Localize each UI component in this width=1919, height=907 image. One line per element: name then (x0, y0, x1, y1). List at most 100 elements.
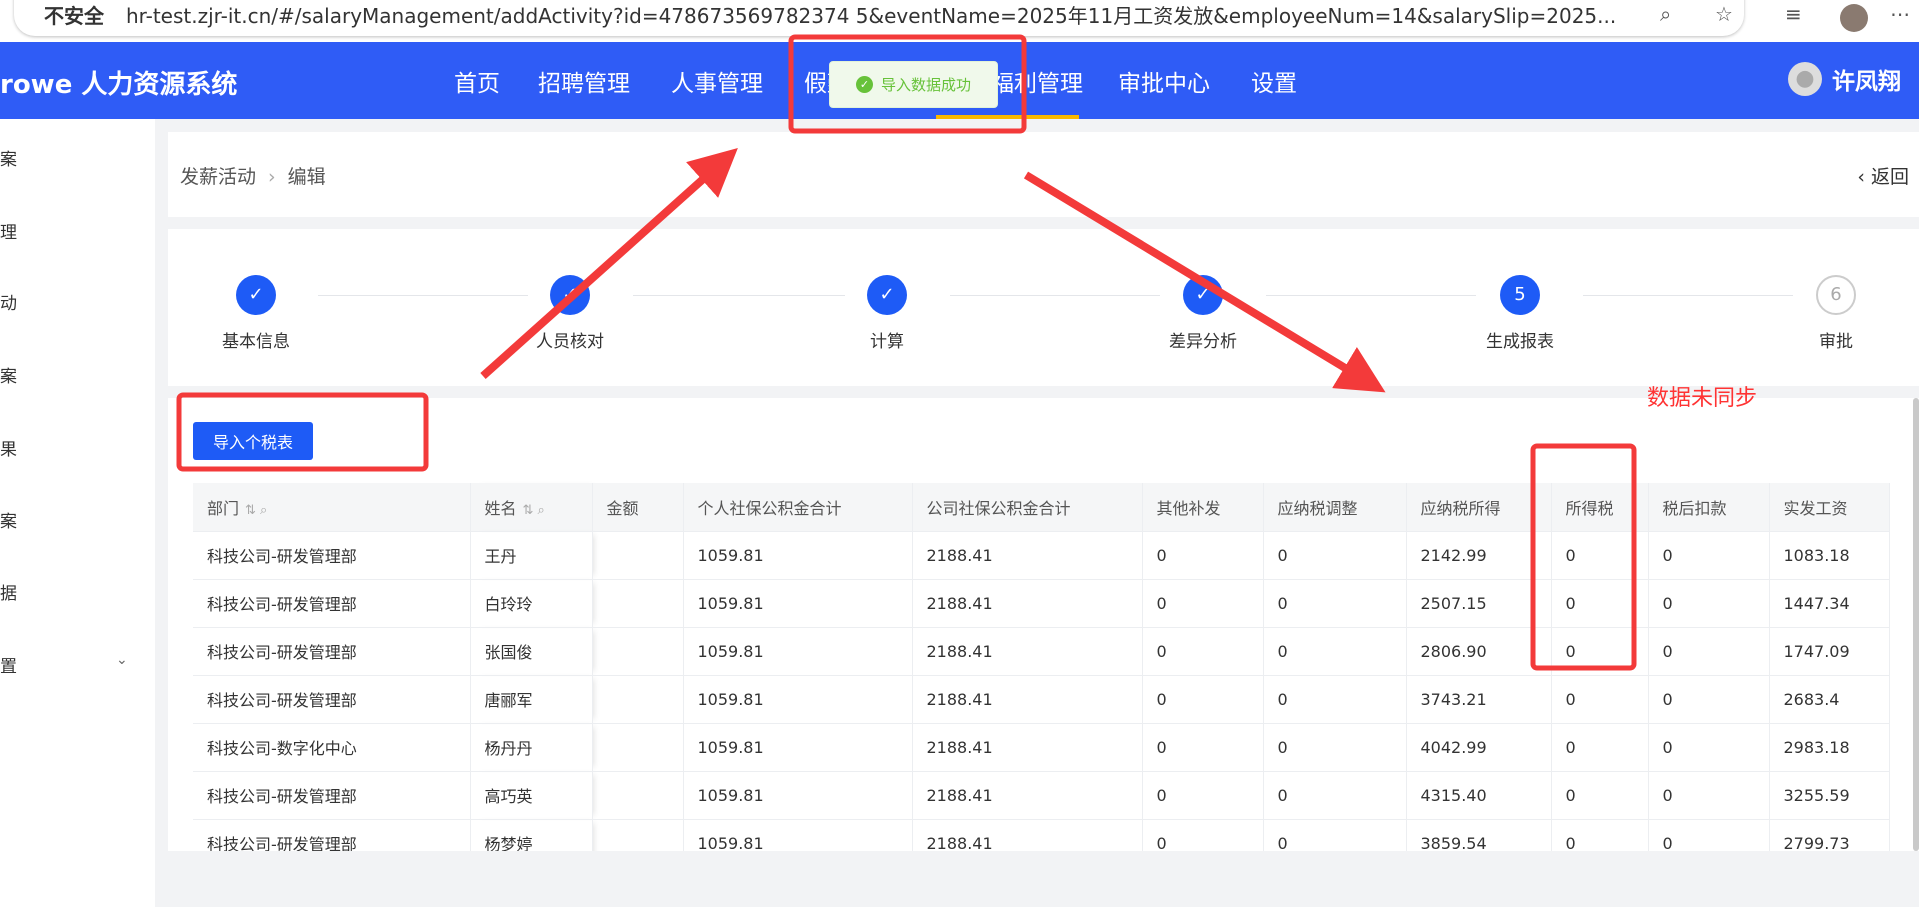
table-cell: 0 (1551, 770, 1649, 819)
table-cell: 科技公司-数字化中心 (193, 722, 471, 771)
check-circle-icon: ✓ (855, 76, 873, 93)
table-cell: 0 (1263, 722, 1407, 771)
column-header[interactable]: 部门 ⇅ ⌕ (193, 483, 471, 531)
nav-settings[interactable]: 设置 (1251, 64, 1297, 98)
chevron-right-icon: › (268, 166, 276, 188)
table-cell: 0 (1263, 770, 1407, 819)
table-cell: 0 (1648, 626, 1770, 675)
table-cell: 0 (1648, 770, 1770, 819)
table-row: 科技公司-研发管理部 杨梦婷 1059.81 2188.41 0 0 3859.54 0 0 27… (193, 818, 1890, 851)
step-3[interactable]: ✓ 计算 (827, 275, 947, 352)
search-icon[interactable]: ⌕ (1660, 2, 1671, 26)
step-label: 生成报表 (1486, 332, 1554, 352)
step-4[interactable]: ✓ 差异分析 (1143, 275, 1263, 352)
scrollbar[interactable] (1913, 398, 1919, 851)
browser-bar: 不安全 hr-test.zjr-it.cn/#/salaryManagement/… (0, 0, 1919, 42)
active-nav-indicator (936, 115, 1079, 119)
table-cell: 0 (1142, 674, 1264, 723)
sidebar-item[interactable]: 案 (0, 362, 17, 387)
table-cell: 0 (1142, 530, 1264, 579)
header-label: 其他补发 (1156, 498, 1221, 518)
table-cell: 2188.41 (912, 530, 1143, 579)
table-cell: 2806.90 (1406, 626, 1552, 675)
table-cell: 0 (1551, 626, 1649, 675)
chevron-down-icon[interactable]: ⌄ (116, 652, 128, 668)
table-cell: 0 (1263, 818, 1407, 851)
table-cell: 2799.73 (1769, 818, 1890, 851)
nav-hr[interactable]: 人事管理 (671, 64, 763, 98)
sidebar-item[interactable]: 动 (0, 289, 17, 314)
table-cell (592, 722, 684, 771)
column-header[interactable]: 应纳税所得 (1406, 483, 1552, 531)
success-toast: ✓ 导入数据成功 (829, 61, 998, 108)
nav-home[interactable]: 首页 (454, 64, 500, 98)
table-cell: 唐郦军 (470, 674, 593, 723)
table-row: 科技公司-研发管理部 王丹 1059.81 2188.41 0 0 2142.99 0 0 108… (193, 530, 1890, 579)
table-cell: 4315.40 (1406, 770, 1552, 819)
step-label: 基本信息 (222, 332, 290, 352)
step-2[interactable]: ✓ 人员核对 (510, 275, 630, 352)
check-icon: ✓ (1183, 275, 1223, 315)
sidebar-item[interactable]: 置 (0, 652, 17, 677)
chevron-left-icon: ‹ (1857, 166, 1871, 188)
check-icon: ✓ (867, 275, 907, 315)
nav-approval[interactable]: 审批中心 (1118, 64, 1210, 98)
more-icon[interactable]: ⋯ (1890, 2, 1910, 26)
step-6[interactable]: 6 审批 (1776, 275, 1896, 352)
reading-list-icon[interactable]: ≡ (1785, 2, 1802, 26)
table-cell: 1059.81 (683, 770, 913, 819)
table-cell: 2188.41 (912, 578, 1143, 627)
table-cell: 0 (1551, 818, 1649, 851)
table-cell: 0 (1648, 674, 1770, 723)
import-tax-button[interactable]: 导入个税表 (193, 422, 313, 460)
column-header[interactable]: 税后扣款 (1648, 483, 1770, 531)
table-cell: 科技公司-研发管理部 (193, 530, 471, 579)
column-header[interactable]: 个人社保公积金合计 (683, 483, 913, 531)
table-cell: 0 (1142, 626, 1264, 675)
header-label: 金额 (606, 498, 639, 518)
table-cell: 3743.21 (1406, 674, 1552, 723)
sidebar-item[interactable]: 案 (0, 507, 17, 532)
sidebar-item[interactable]: 理 (0, 218, 17, 243)
column-header[interactable]: 姓名 ⇅ ⌕ (470, 483, 593, 531)
header-label: 税后扣款 (1662, 498, 1727, 518)
sidebar-item[interactable]: 果 (0, 435, 17, 460)
table-cell: 科技公司-研发管理部 (193, 818, 471, 851)
sort-filter-icon[interactable]: ⇅ ⌕ (245, 503, 267, 518)
table-cell: 高巧英 (470, 770, 593, 819)
table-cell: 2507.15 (1406, 578, 1552, 627)
step-1[interactable]: ✓ 基本信息 (196, 275, 316, 352)
header-label: 个人社保公积金合计 (697, 498, 842, 518)
table-cell: 1059.81 (683, 578, 913, 627)
table-cell: 0 (1142, 770, 1264, 819)
table-row: 科技公司-研发管理部 高巧英 1059.81 2188.41 0 0 4315.40 0 0 32… (193, 770, 1890, 819)
column-header[interactable]: 所得税 (1551, 483, 1649, 531)
table-cell: 2188.41 (912, 674, 1143, 723)
sort-filter-icon[interactable]: ⇅ ⌕ (523, 503, 545, 518)
column-header[interactable]: 实发工资 (1769, 483, 1890, 531)
column-header[interactable]: 其他补发 (1142, 483, 1264, 531)
table-cell: 2188.41 (912, 722, 1143, 771)
column-header[interactable]: 金额 (592, 483, 684, 531)
address-bar[interactable]: 不安全 hr-test.zjr-it.cn/#/salaryManagement/… (14, 0, 1744, 36)
header-label: 姓名 (484, 498, 517, 518)
table-cell: 0 (1142, 722, 1264, 771)
star-icon[interactable]: ☆ (1715, 2, 1733, 26)
nav-recruit[interactable]: 招聘管理 (538, 64, 630, 98)
table-row: 科技公司-研发管理部 张国俊 1059.81 2188.41 0 0 2806.90 0 0 17… (193, 626, 1890, 675)
back-button[interactable]: ‹ 返回 (1857, 162, 1909, 189)
table-cell: 杨丹丹 (470, 722, 593, 771)
user-name: 许凤翔 (1832, 69, 1901, 95)
sidebar-item[interactable]: 据 (0, 579, 17, 604)
column-header[interactable]: 应纳税调整 (1263, 483, 1407, 531)
user-menu[interactable]: ● 许凤翔 (1788, 62, 1901, 96)
breadcrumb-parent[interactable]: 发薪活动 (180, 166, 256, 188)
table-row: 科技公司-研发管理部 白玲玲 1059.81 2188.41 0 0 2507.15 0 0 14… (193, 578, 1890, 627)
profile-icon[interactable] (1840, 4, 1868, 32)
column-header[interactable]: 公司社保公积金合计 (912, 483, 1143, 531)
breadcrumb-card: 发薪活动 › 编辑 ‹ 返回 (168, 132, 1919, 217)
step-5[interactable]: 5 生成报表 (1460, 275, 1580, 352)
step-number: 6 (1816, 275, 1856, 315)
sidebar-item[interactable]: 案 (0, 145, 17, 170)
check-icon: ✓ (550, 275, 590, 315)
